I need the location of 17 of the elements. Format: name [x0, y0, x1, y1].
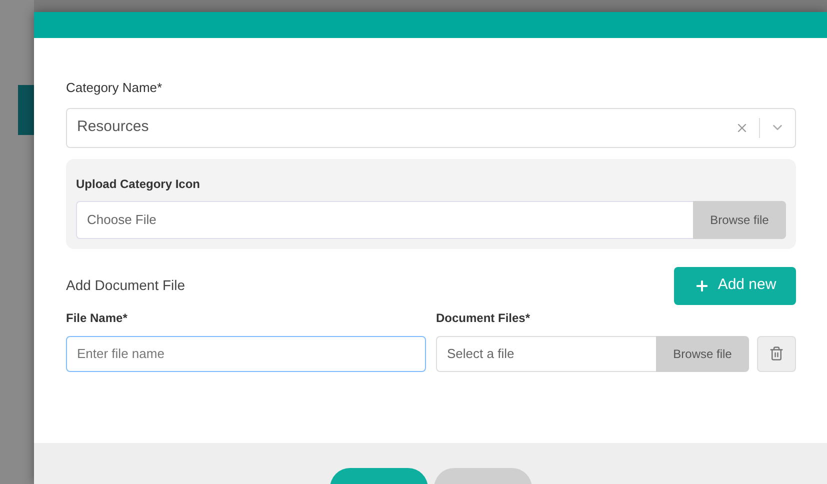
field-label: Category Name*: [66, 79, 164, 97]
file-input[interactable]: Choose File: [76, 200, 693, 238]
add-new-button[interactable]: Add new: [674, 266, 796, 304]
browse-button[interactable]: Browse file: [693, 200, 786, 238]
select-value: Resources: [77, 117, 150, 138]
plus-icon: [694, 278, 710, 294]
sidebar-panel: [18, 85, 34, 135]
trash-icon: [769, 346, 784, 361]
browse-button[interactable]: Browse file: [656, 336, 749, 372]
file-name-input[interactable]: Enter file name: [66, 336, 426, 372]
section-heading: Add Document File: [66, 276, 186, 295]
field-label: Document Files*: [436, 310, 532, 326]
field-label: File Name*: [66, 310, 128, 326]
file-input[interactable]: Select a file: [436, 336, 656, 372]
delete-button[interactable]: [757, 336, 796, 372]
category-select[interactable]: Resources: [66, 108, 796, 148]
field-label: Upload Category Icon: [76, 176, 202, 192]
